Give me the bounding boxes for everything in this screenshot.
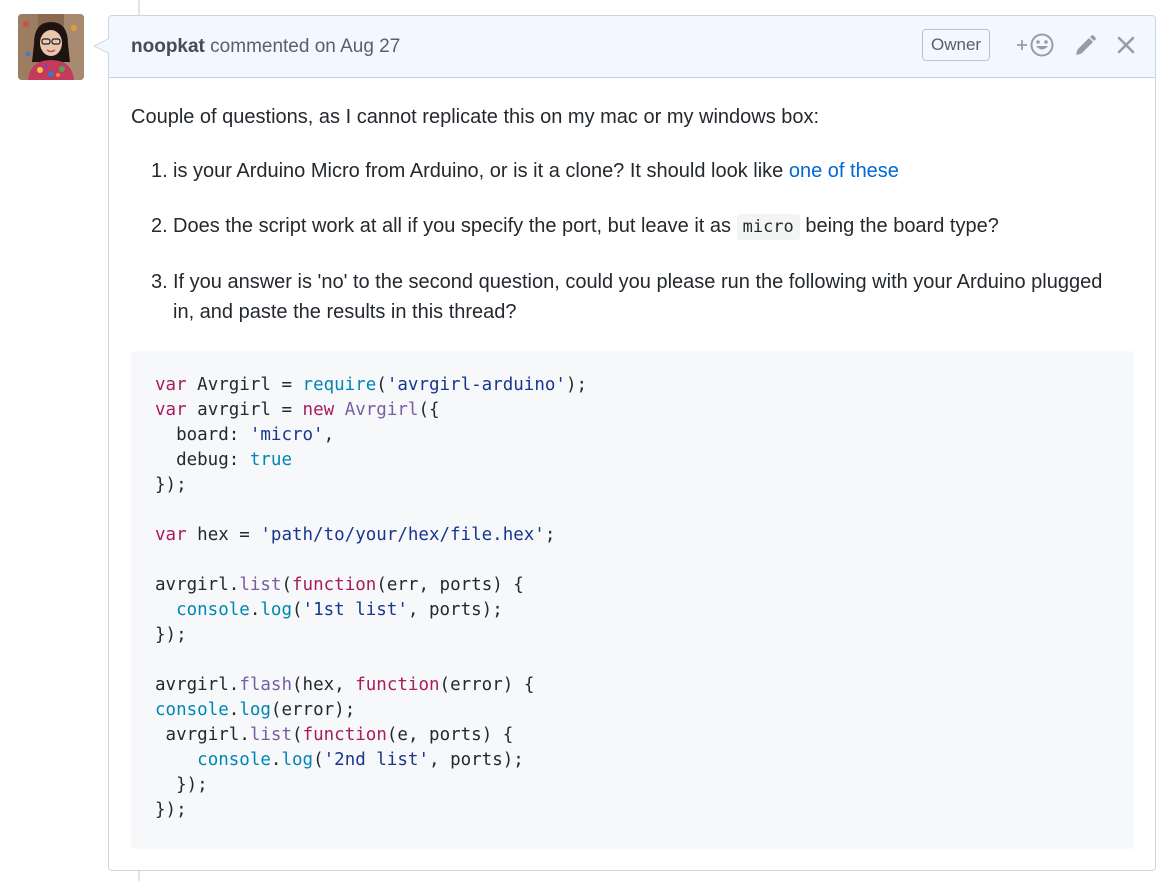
inline-code: micro [736,214,800,240]
comment-card: noopkat commented on Aug 27 Owner Couple… [93,15,1156,871]
question-list: 1. is your Arduino Micro from Arduino, o… [131,156,1121,352]
close-icon[interactable] [1115,34,1137,61]
add-reaction-icon[interactable] [1015,32,1057,63]
owner-badge: Owner [922,29,991,61]
comment-timestamp[interactable]: commented on Aug 27 [205,36,400,57]
code-line: }); [155,775,208,795]
code-line: board: 'micro', [176,425,335,445]
author-link[interactable]: noopkat [131,36,205,57]
comment-header: noopkat commented on Aug 27 Owner [109,16,1155,78]
avatar[interactable] [18,14,84,80]
code-line: }); [155,625,187,645]
code-line: }); [155,800,187,820]
code-line: var Avrgirl = require('avrgirl-arduino')… [155,375,588,395]
code-line: console.log('1st list', ports); [176,600,503,620]
code-line: }); [155,475,187,495]
code-line: console.log(error); [155,700,356,720]
code-content: var Avrgirl = require('avrgirl-arduino')… [155,373,1110,823]
code-line: var hex = 'path/to/your/hex/file.hex'; [155,525,556,545]
pencil-icon[interactable] [1073,34,1097,63]
code-block: var Avrgirl = require('avrgirl-arduino')… [131,351,1134,849]
code-line: var avrgirl = new Avrgirl({ [155,400,440,420]
one-of-these-link[interactable]: one of these [789,160,899,182]
code-line: avrgirl.list(function(err, ports) { [155,575,524,595]
code-line: debug: true [176,450,292,470]
list-item: 1. is your Arduino Micro from Arduino, o… [151,160,899,182]
list-item: 2. Does the script work at all if you sp… [131,211,1121,242]
code-line: avrgirl.flash(hex, function(error) { [155,675,535,695]
code-line: console.log('2nd list', ports); [197,750,524,770]
intro-text: Couple of questions, as I cannot replica… [131,106,820,128]
comment-meta: noopkat commented on Aug 27 [131,36,400,58]
code-line: avrgirl.list(function(e, ports) { [165,725,514,745]
list-item: 3. If you answer is 'no' to the second q… [151,271,1103,323]
